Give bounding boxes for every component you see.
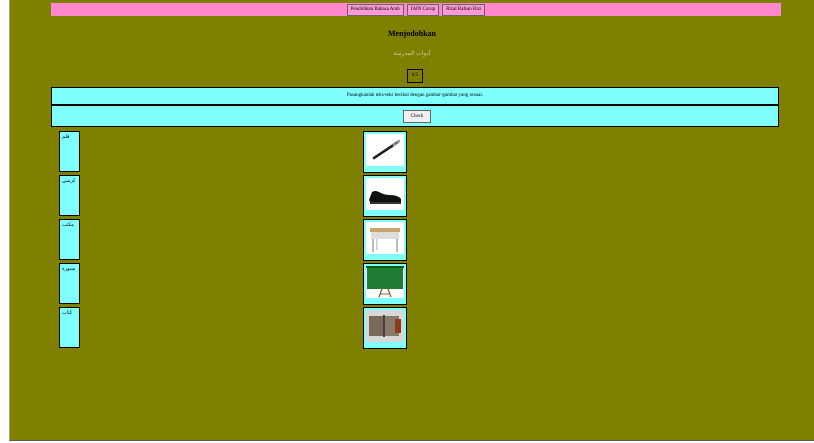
nav-link-institution[interactable]: IAIN Curup: [406, 3, 440, 16]
activity-frame: Pendidikan Bahasa Arab IAIN Curup Rizal …: [9, 0, 814, 441]
blackboard-image: [366, 266, 404, 298]
picture-target-desk[interactable]: [363, 219, 407, 261]
instruction-bar: Pasangkanlah teks-teks berikut dengan ga…: [51, 87, 779, 105]
check-bar: Check: [51, 105, 779, 127]
word-card-4[interactable]: سبورة: [59, 263, 80, 304]
desk-image: [366, 222, 404, 254]
word-card-5[interactable]: كتاب: [59, 307, 80, 348]
score-counter: 0/5: [407, 69, 423, 83]
shoe-image: [366, 178, 404, 210]
instruction-text: Pasangkanlah teks-teks berikut dengan ga…: [346, 93, 484, 98]
page-subtitle: أدوات المدرسة: [393, 51, 431, 57]
nav-link-course[interactable]: Pendidikan Bahasa Arab: [346, 3, 404, 16]
pen-image: [366, 134, 404, 166]
book-image: [366, 310, 404, 342]
word-card-2[interactable]: كرسي: [59, 175, 80, 216]
picture-target-blackboard[interactable]: [363, 263, 407, 305]
picture-target-book[interactable]: [363, 307, 407, 349]
page-title: Menjodohkan: [387, 29, 436, 38]
top-navigation: Pendidikan Bahasa Arab IAIN Curup Rizal …: [51, 3, 781, 16]
word-card-3[interactable]: مكتب: [59, 219, 80, 260]
word-card-1[interactable]: قلم: [59, 131, 80, 172]
nav-link-author[interactable]: Rizal Rafsan Rizi: [442, 3, 486, 16]
check-button[interactable]: Check: [403, 110, 431, 123]
picture-target-shoe[interactable]: [363, 175, 407, 217]
picture-target-pen[interactable]: [363, 131, 407, 173]
